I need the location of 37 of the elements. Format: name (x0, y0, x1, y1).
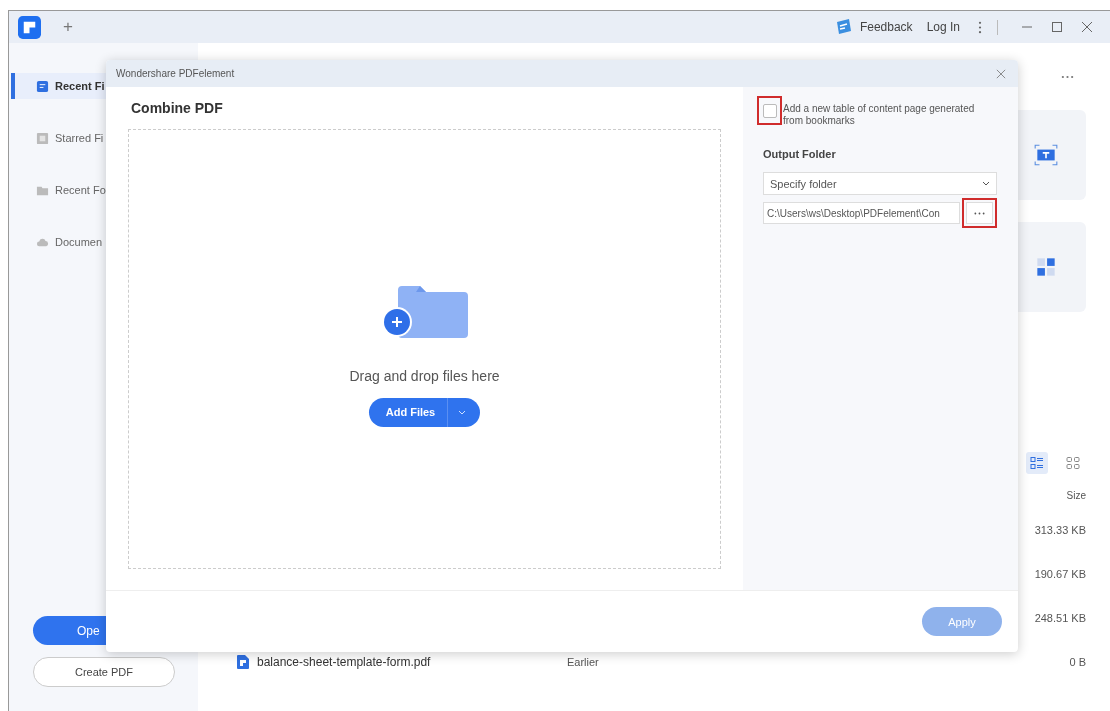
caret-icon[interactable] (458, 409, 467, 415)
file-size: 190.67 KB (1034, 568, 1086, 580)
add-folder-icon (381, 285, 468, 338)
feedback-link[interactable]: Feedback (859, 20, 913, 34)
file-name[interactable]: balance-sheet-template-form.pdf (257, 655, 431, 669)
new-tab-button[interactable]: + (63, 17, 73, 37)
list-view-button[interactable] (1026, 452, 1048, 474)
close-icon[interactable] (996, 68, 1006, 79)
caret-icon (982, 181, 990, 186)
file-date: Earlier (567, 656, 599, 668)
square-icon (36, 131, 49, 145)
maximize-icon[interactable] (1051, 21, 1063, 33)
scan-text-icon (1033, 142, 1059, 168)
list-view-icon (1030, 456, 1044, 470)
file-size: 313.33 KB (1034, 524, 1086, 536)
drop-zone[interactable]: Drag and drop files here Add Files (128, 129, 721, 569)
close-icon[interactable] (1081, 21, 1093, 33)
pdf-file-icon (237, 655, 249, 669)
create-pdf-button[interactable]: Create PDF (33, 657, 175, 687)
drop-hint: Drag and drop files here (349, 367, 500, 384)
add-files-split-button[interactable]: Add Files (368, 397, 481, 427)
login-link[interactable]: Log In (926, 20, 960, 34)
ellipsis-icon (974, 211, 986, 215)
section-label: Output Folder (763, 148, 837, 160)
file-size: 248.51 KB (1034, 612, 1086, 624)
folder-dropdown[interactable]: Specify folder (763, 172, 997, 195)
checkbox-label: Add a new table of content page generated from bookmarks (782, 103, 976, 127)
dialog-heading: Combine PDF (131, 100, 224, 116)
file-size: 0 B (1069, 656, 1086, 668)
path-field[interactable]: C:\Users\ws\Desktop\PDFelement\Con (763, 202, 961, 224)
document-icon (36, 79, 49, 93)
grid-view-icon (1066, 456, 1080, 470)
column-header: Size (1066, 490, 1086, 501)
app-logo-icon[interactable] (18, 15, 41, 39)
more-options-icon[interactable] (1061, 75, 1074, 79)
more-options-icon[interactable] (978, 20, 982, 34)
checkbox[interactable] (762, 103, 777, 118)
